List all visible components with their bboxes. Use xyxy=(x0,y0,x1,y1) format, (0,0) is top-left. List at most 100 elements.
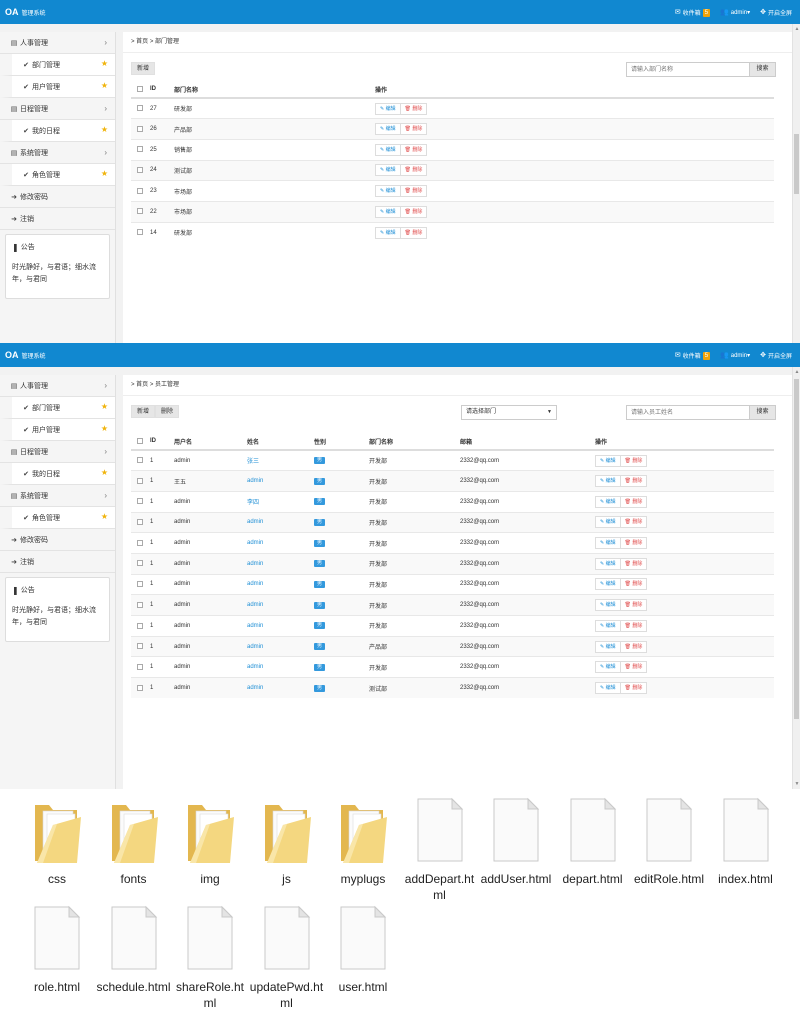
file-item[interactable]: role.html xyxy=(19,903,95,995)
inbox-button[interactable]: ✉ 收件箱 5 xyxy=(675,8,711,17)
delete-button[interactable]: 🗑 删除 xyxy=(399,185,428,198)
edit-button[interactable]: ✎ 编辑 xyxy=(595,454,621,467)
row-checkbox[interactable] xyxy=(137,187,143,194)
file-item[interactable]: depart.html xyxy=(555,795,631,887)
sidebar-item-2[interactable]: ✔ 用户管理 ★ xyxy=(0,419,115,441)
user-name-link[interactable]: admin xyxy=(247,519,263,525)
row-checkbox[interactable] xyxy=(137,457,143,464)
sidebar-item-5[interactable]: ▤ 系统管理 › xyxy=(0,142,115,164)
edit-button[interactable]: ✎ 编辑 xyxy=(595,475,621,488)
user-name-link[interactable]: admin xyxy=(247,540,263,546)
edit-button[interactable]: ✎ 编辑 xyxy=(375,205,401,218)
delete-button[interactable]: 🗑 删除 xyxy=(619,475,648,488)
delete-button[interactable]: 🗑 删除 xyxy=(399,123,428,136)
star-icon[interactable]: ★ xyxy=(101,468,108,477)
user-name-link[interactable]: admin xyxy=(247,685,263,691)
fullscreen-button[interactable]: ✥ 开启全屏 xyxy=(760,8,792,17)
row-checkbox[interactable] xyxy=(137,539,143,546)
row-checkbox[interactable] xyxy=(137,560,143,567)
edit-button[interactable]: ✎ 编辑 xyxy=(375,143,401,156)
department-select[interactable]: 请选择部门 ▼ xyxy=(461,405,557,420)
star-icon[interactable]: ★ xyxy=(101,125,108,134)
search-input[interactable] xyxy=(626,62,750,77)
select-all-header[interactable] xyxy=(131,81,150,99)
file-item[interactable]: user.html xyxy=(325,903,401,995)
select-all-checkbox[interactable] xyxy=(137,85,143,92)
star-icon[interactable]: ★ xyxy=(101,59,108,68)
search-input[interactable] xyxy=(626,405,750,420)
inbox-button[interactable]: ✉ 收件箱 5 xyxy=(675,351,711,360)
add-button[interactable]: 新增 xyxy=(131,62,156,75)
file-item[interactable]: editRole.html xyxy=(631,795,707,887)
delete-button[interactable]: 🗑 删除 xyxy=(619,537,648,550)
folder-item[interactable]: css xyxy=(19,795,95,887)
edit-button[interactable]: ✎ 编辑 xyxy=(595,516,621,529)
file-item[interactable]: addUser.html xyxy=(478,795,554,887)
delete-button[interactable]: 🗑 删除 xyxy=(619,619,648,632)
delete-button[interactable]: 🗑 删除 xyxy=(619,682,648,695)
vertical-scrollbar[interactable]: ▲ xyxy=(792,24,800,343)
star-icon[interactable]: ★ xyxy=(101,402,108,411)
edit-button[interactable]: ✎ 编辑 xyxy=(375,185,401,198)
star-icon[interactable]: ★ xyxy=(101,512,108,521)
delete-button[interactable]: 🗑 删除 xyxy=(619,454,648,467)
delete-button[interactable]: 🗑 删除 xyxy=(399,205,428,218)
select-all-checkbox[interactable] xyxy=(137,437,143,444)
scroll-up-arrow-icon[interactable]: ▲ xyxy=(793,369,800,375)
row-checkbox[interactable] xyxy=(137,581,143,588)
delete-button[interactable]: 🗑 删除 xyxy=(619,661,648,674)
row-checkbox[interactable] xyxy=(137,601,143,608)
edit-button[interactable]: ✎ 编辑 xyxy=(595,578,621,591)
delete-button[interactable]: 🗑 删除 xyxy=(619,557,648,570)
user-menu-button[interactable]: 👥 admin▾ xyxy=(720,352,750,359)
row-checkbox[interactable] xyxy=(137,663,143,670)
folder-item[interactable]: img xyxy=(172,795,248,887)
delete-button[interactable]: 🗑 删除 xyxy=(399,102,428,115)
edit-button[interactable]: ✎ 编辑 xyxy=(375,102,401,115)
delete-button[interactable]: 🗑 删除 xyxy=(399,164,428,177)
delete-button[interactable]: 🗑 删除 xyxy=(399,143,428,156)
file-item[interactable]: updatePwd.html xyxy=(249,903,325,1011)
user-name-link[interactable]: 李四 xyxy=(247,500,259,506)
edit-button[interactable]: ✎ 编辑 xyxy=(595,682,621,695)
edit-button[interactable]: ✎ 编辑 xyxy=(595,599,621,612)
brand[interactable]: OA 管理系统 xyxy=(5,7,46,17)
scroll-thumb[interactable] xyxy=(794,379,799,719)
row-checkbox[interactable] xyxy=(137,229,143,236)
folder-item[interactable]: myplugs xyxy=(325,795,401,887)
sidebar-item-4[interactable]: ✔ 我的日程 ★ xyxy=(0,120,115,142)
sidebar-item-5[interactable]: ▤ 系统管理 › xyxy=(0,485,115,507)
row-checkbox[interactable] xyxy=(137,146,143,153)
row-checkbox[interactable] xyxy=(137,208,143,215)
user-name-link[interactable]: admin xyxy=(247,623,263,629)
sidebar-item-4[interactable]: ✔ 我的日程 ★ xyxy=(0,463,115,485)
user-name-link[interactable]: admin xyxy=(247,602,263,608)
sidebar-item-0[interactable]: ▤ 人事管理 › xyxy=(0,32,115,54)
delete-button[interactable]: 🗑 删除 xyxy=(619,578,648,591)
sidebar-item-3[interactable]: ▤ 日程管理 › xyxy=(0,98,115,120)
user-name-link[interactable]: admin xyxy=(247,581,263,587)
edit-button[interactable]: ✎ 编辑 xyxy=(375,164,401,177)
folder-item[interactable]: js xyxy=(249,795,325,887)
user-name-link[interactable]: admin xyxy=(247,561,263,567)
vertical-scrollbar[interactable]: ▲ ▼ xyxy=(792,367,800,789)
brand[interactable]: OA 管理系统 xyxy=(5,350,46,360)
row-checkbox[interactable] xyxy=(137,125,143,132)
row-checkbox[interactable] xyxy=(137,167,143,174)
folder-item[interactable]: fonts xyxy=(96,795,172,887)
user-name-link[interactable]: admin xyxy=(247,664,263,670)
sidebar-item-3[interactable]: ▤ 日程管理 › xyxy=(0,441,115,463)
delete-button[interactable]: 删除 xyxy=(155,405,180,418)
sidebar-item-6[interactable]: ✔ 角色管理 ★ xyxy=(0,507,115,529)
user-name-link[interactable]: admin xyxy=(247,478,263,484)
row-checkbox[interactable] xyxy=(137,684,143,691)
file-item[interactable]: schedule.html xyxy=(96,903,172,995)
star-icon[interactable]: ★ xyxy=(101,81,108,90)
delete-button[interactable]: 🗑 删除 xyxy=(619,516,648,529)
sidebar-item-6[interactable]: ✔ 角色管理 ★ xyxy=(0,164,115,186)
sidebar-item-7[interactable]: ➜ 修改密码 xyxy=(0,186,115,208)
search-button[interactable]: 搜索 xyxy=(749,62,776,77)
file-item[interactable]: shareRole.html xyxy=(172,903,248,1011)
file-item[interactable]: addDepart.html xyxy=(402,795,478,903)
delete-button[interactable]: 🗑 删除 xyxy=(619,599,648,612)
